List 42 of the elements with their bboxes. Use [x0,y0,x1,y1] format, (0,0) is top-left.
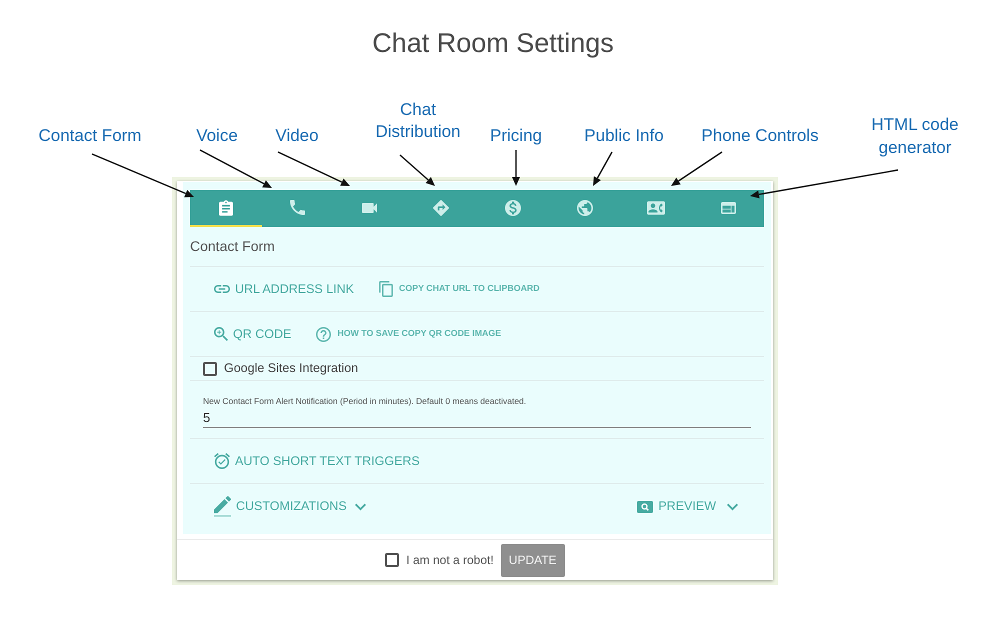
qr-code-button[interactable]: QR CODE [214,324,292,344]
video-camera-icon [362,202,377,212]
clipboard-icon [218,200,233,216]
pencil-icon [214,496,231,517]
help-link[interactable]: HOW TO SAVE COPY QR CODE IMAGE [316,326,502,342]
window-icon [720,202,736,214]
phone-icon [290,200,306,215]
triggers-button[interactable]: AUTO SHORT TEXT TRIGGERS [214,452,420,470]
field-label: New Contact Form Alert Notification (Period in minutes). Default 0 means deactivated. [203,396,526,406]
input-field[interactable]: 5 [203,409,751,428]
turn-sign-icon [433,200,450,216]
page-title: Chat Room Settings [372,27,614,60]
globe-icon [576,200,593,216]
help-link[interactable]: COPY CHAT URL TO CLIPBOARD [379,281,540,297]
customizations-button[interactable]: CUSTOMIZATIONS [214,496,366,517]
callout-label: HTML code generator [870,114,960,159]
dollar-coin-icon [504,200,521,216]
zoom-in-icon [214,327,228,341]
url-link-button[interactable]: URL ADDRESS LINK [214,280,354,298]
checkbox-label: Google Sites Integration [224,360,358,378]
callout-label: Chat Distribution [374,99,462,143]
callout-label: Contact Form [38,125,142,147]
contact-card-icon [647,200,666,214]
help-icon [316,326,332,342]
preview-button[interactable]: PREVIEW [637,497,738,516]
callout-arrow [593,152,613,186]
alarm-check-icon [214,453,230,469]
checkbox[interactable] [203,362,217,376]
link-icon [214,285,230,293]
callout-arrow [671,151,722,186]
callout-label: Public Info [583,125,665,147]
search-tile-icon [637,500,654,512]
callout-label: Pricing [489,125,543,147]
callout-label: Video [274,125,320,147]
callout-arrow [512,150,520,186]
checkbox[interactable] [385,553,400,567]
callout-label: Phone Controls [700,125,820,147]
callout-arrow [400,154,435,186]
checkbox-label: I am not a robot! [406,552,494,569]
copy-icon [379,281,394,297]
section-heading: Contact Form [190,237,275,256]
callout-label: Voice [195,125,239,147]
